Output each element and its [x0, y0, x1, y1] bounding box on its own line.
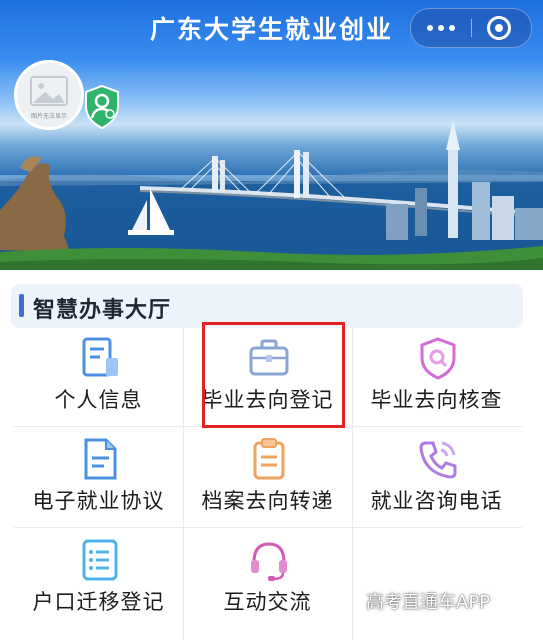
more-options-icon[interactable]	[411, 9, 471, 47]
service-household-registration-transfer[interactable]: 户口迁移登记	[14, 530, 183, 626]
service-label: 户口迁移登记	[32, 590, 165, 614]
service-archive-transfer[interactable]: 档案去向转递	[183, 429, 352, 525]
capsule-divider	[471, 19, 472, 37]
mini-program-capsule	[410, 8, 532, 48]
shield-search-icon	[420, 337, 456, 380]
verified-user-shield-icon	[85, 84, 119, 130]
grid-divider	[14, 527, 522, 528]
header-banner: 广东大学生就业创业 图片无法显示	[0, 0, 543, 270]
service-employment-consultation-phone[interactable]: 就业咨询电话	[352, 429, 521, 525]
service-electronic-employment-agreement[interactable]: 电子就业协议	[14, 429, 183, 525]
service-label: 电子就业协议	[32, 489, 165, 513]
section-accent-bar	[19, 294, 24, 317]
archive-icon	[253, 438, 285, 480]
service-label: 就业咨询电话	[370, 489, 503, 513]
service-interactive-exchange[interactable]: 互动交流	[183, 530, 352, 626]
watermark-text: 高考直通车APP	[366, 592, 491, 613]
service-label: 毕业去向核查	[370, 388, 503, 412]
service-label: 档案去向转递	[201, 489, 334, 513]
highlight-box	[202, 322, 345, 428]
service-label: 个人信息	[54, 388, 143, 412]
avatar[interactable]: 图片无法显示	[14, 60, 84, 130]
id-card-icon	[82, 337, 118, 377]
document-icon	[84, 438, 117, 480]
avatar-caption: 图片无法显示	[30, 113, 67, 120]
service-label: 互动交流	[223, 590, 312, 614]
service-graduation-destination-verification[interactable]: 毕业去向核查	[352, 328, 521, 424]
service-personal-info[interactable]: 个人信息	[14, 328, 183, 424]
headset-icon	[251, 542, 287, 581]
close-mini-program-icon[interactable]	[487, 16, 511, 40]
list-icon	[82, 539, 118, 581]
phone-icon	[419, 441, 457, 479]
section-title: 智慧办事大厅	[33, 298, 172, 323]
